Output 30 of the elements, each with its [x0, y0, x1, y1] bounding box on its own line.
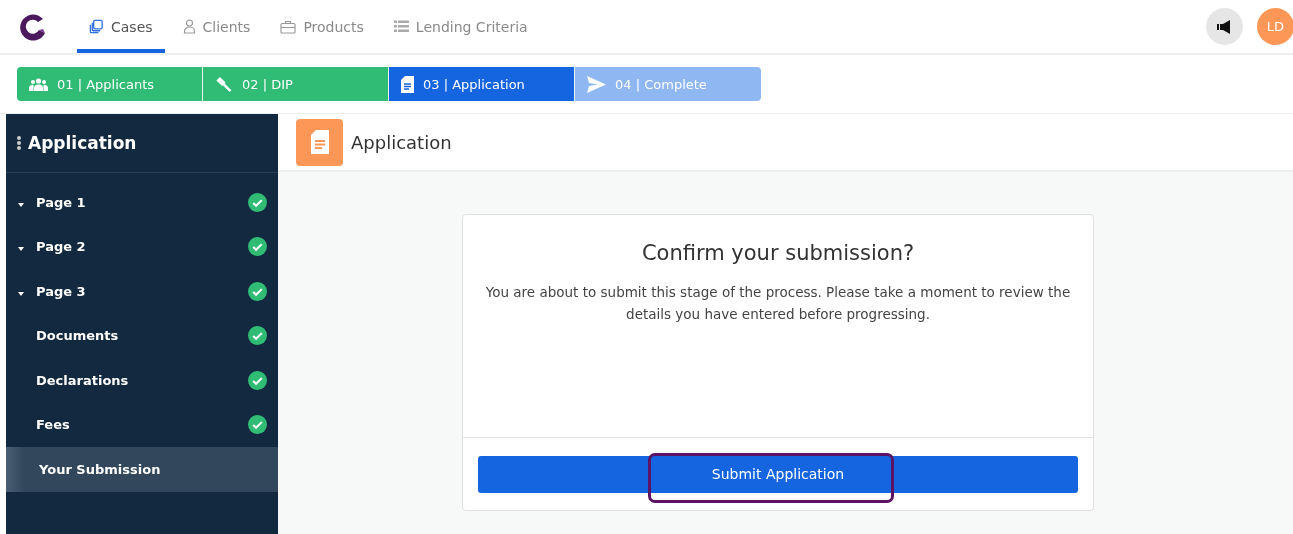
- caret-icon: [18, 291, 24, 296]
- document-icon: [401, 75, 414, 93]
- announcement-button[interactable]: [1206, 8, 1243, 45]
- sidebar-item[interactable]: Page 3: [6, 269, 278, 314]
- nav-tab[interactable]: Clients: [170, 0, 263, 53]
- caret-icon: [18, 202, 24, 207]
- card-title: Confirm your submission?: [640, 241, 916, 265]
- sidebar-item[interactable]: Fees: [6, 402, 278, 447]
- caret-icon: [18, 247, 24, 252]
- drag-handle-icon: [16, 135, 22, 151]
- list-icon: [393, 20, 409, 33]
- sidebar-item[interactable]: Declarations: [6, 358, 278, 403]
- send-icon: [587, 75, 606, 93]
- document-icon: [296, 118, 343, 166]
- stack-icon: [89, 19, 104, 34]
- submit-button[interactable]: Submit Application: [478, 455, 1078, 493]
- nav-tab[interactable]: Products: [268, 0, 376, 53]
- briefcase-icon: [280, 19, 297, 34]
- sidebar-item[interactable]: Page 2: [6, 224, 278, 269]
- sidebar-item[interactable]: Your Submission: [6, 447, 278, 492]
- card-message: You are about to submit this stage of the process. Please take a moment to review the details you have entered before progressing.: [484, 283, 1072, 324]
- page-title: Application: [351, 131, 452, 153]
- step-tab[interactable]: 03 | Application: [389, 67, 575, 101]
- sidebar-item[interactable]: Page 1: [6, 180, 278, 225]
- nav-tab[interactable]: Lending Criteria: [381, 0, 540, 53]
- people-icon: [29, 77, 48, 91]
- nav-tab[interactable]: Cases: [77, 0, 165, 53]
- sidebar-item[interactable]: Documents: [6, 313, 278, 358]
- sidebar-title: Application: [28, 133, 137, 153]
- person-icon: [182, 19, 196, 34]
